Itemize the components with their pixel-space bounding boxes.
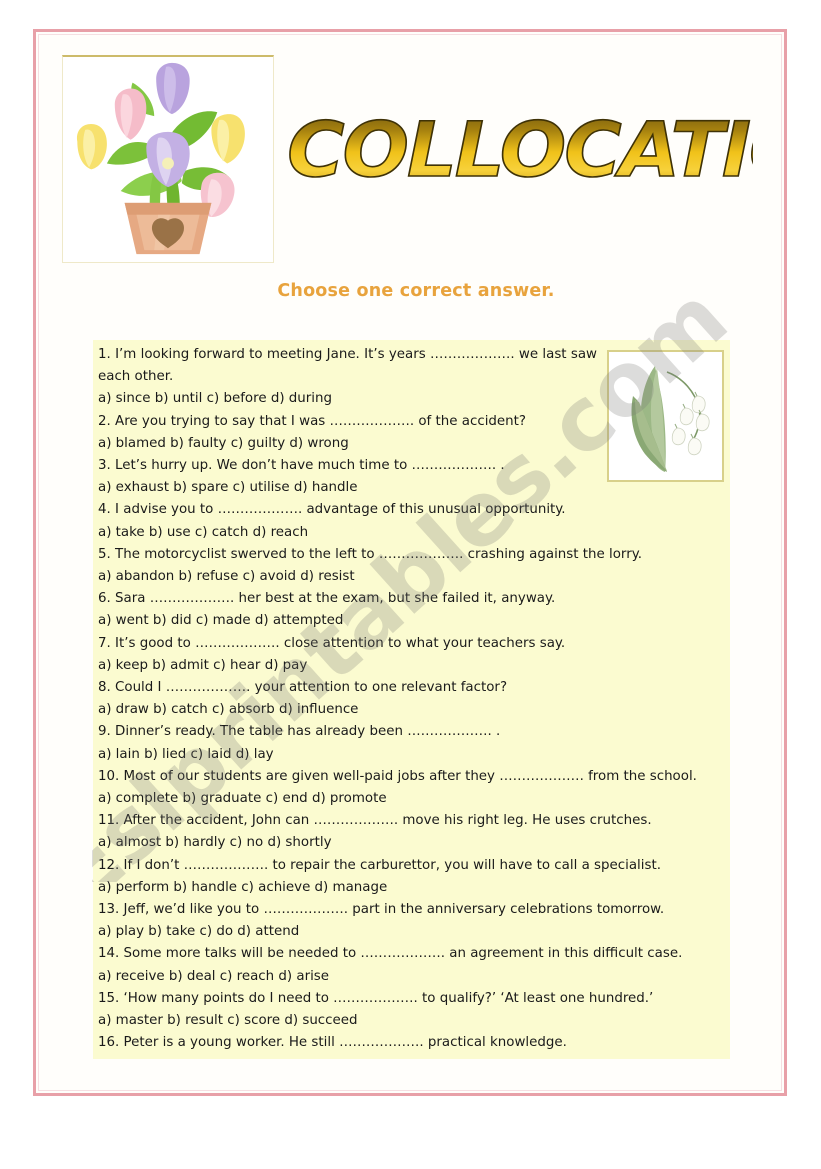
tulips-in-pot-icon (63, 57, 273, 262)
question-6: 6. Sara ………………. her best at the exam, bu… (98, 591, 556, 607)
options-14[interactable]: a) receive b) deal c) reach d) arise (98, 966, 724, 988)
question-8: 8. Could I ………………. your attention to one… (98, 680, 508, 696)
tulips-clipart (62, 55, 274, 263)
question-15: 15. ‘How many points do I need to ………………… (98, 990, 654, 1006)
options-4[interactable]: a) take b) use c) catch d) reach (98, 522, 724, 544)
exercise-block: 1. I’m looking forward to meeting Jane. … (93, 340, 730, 1059)
options-12[interactable]: a) perform b) handle c) achieve d) manag… (98, 877, 724, 899)
question-12: 12. If I don’t ………………. to repair the car… (98, 857, 661, 873)
question-13: 13. Jeff, we’d like you to ………………. part … (98, 902, 665, 918)
collocations-title-icon: COLLOCATIONS (286, 105, 753, 195)
options-10[interactable]: a) complete b) graduate c) end d) promot… (98, 788, 724, 810)
question-4: 4. I advise you to ………………. advantage of … (98, 502, 566, 518)
page-title-wordart: COLLOCATIONS (283, 88, 753, 200)
question-16: 16. Peter is a young worker. He still ……… (98, 1035, 567, 1051)
options-13[interactable]: a) play b) take c) do d) attend (98, 921, 724, 943)
question-9: 9. Dinner’s ready. The table has already… (98, 724, 501, 740)
svg-text:COLLOCATIONS: COLLOCATIONS (287, 106, 753, 195)
options-5[interactable]: a) abandon b) refuse c) avoid d) resist (98, 566, 724, 588)
options-8[interactable]: a) draw b) catch c) absorb d) influence (98, 699, 724, 721)
options-6[interactable]: a) went b) did c) made d) attempted (98, 610, 724, 632)
options-9[interactable]: a) lain b) lied c) laid d) lay (98, 744, 724, 766)
options-7[interactable]: a) keep b) admit c) hear d) pay (98, 655, 724, 677)
lily-of-the-valley-clipart (607, 350, 724, 482)
worksheet-page: COLLOCATIONS Choose one correct answer. (0, 0, 821, 1169)
options-15[interactable]: a) master b) result c) score d) succeed (98, 1010, 724, 1032)
question-11: 11. After the accident, John can ……………….… (98, 813, 652, 829)
options-11[interactable]: a) almost b) hardly c) no d) shortly (98, 832, 724, 854)
question-10: 10. Most of our students are given well-… (98, 768, 697, 784)
question-5: 5. The motorcyclist swerved to the left … (98, 546, 642, 562)
question-7: 7. It’s good to ………………. close attention … (98, 635, 566, 651)
instruction-text: Choose one correct answer. (277, 281, 555, 301)
lily-of-the-valley-icon (609, 352, 722, 480)
question-14: 14. Some more talks will be needed to ……… (98, 946, 683, 962)
